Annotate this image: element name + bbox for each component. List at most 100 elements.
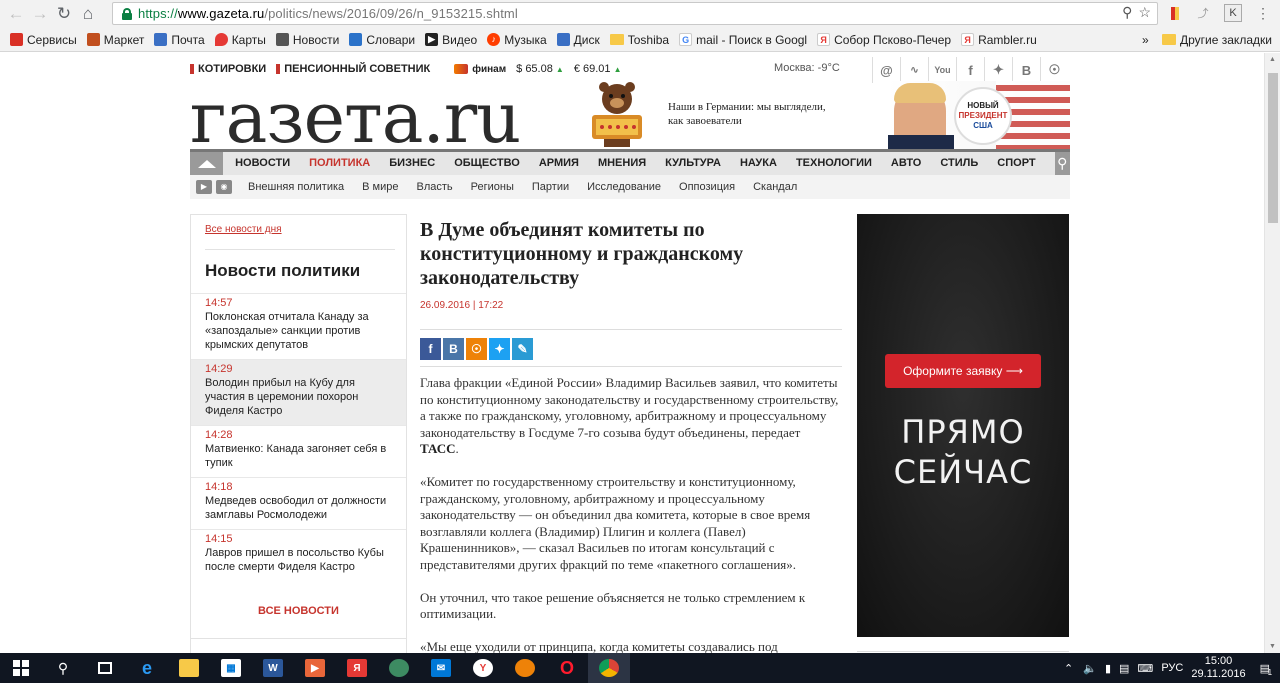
edge-icon[interactable]: e (126, 653, 168, 683)
email-icon[interactable]: @ (872, 57, 900, 83)
opera-icon[interactable]: O (546, 653, 588, 683)
other-bookmarks[interactable]: Другие закладки (1162, 33, 1272, 47)
site-logo[interactable]: газета.ru (190, 83, 521, 153)
news-headline[interactable]: Поклонская отчитала Канаду за «запоздалы… (205, 310, 392, 352)
all-news-button[interactable]: ВСЕ НОВОСТИ (191, 605, 406, 617)
bookmark-item[interactable]: Новости (275, 33, 339, 47)
bear-accordion-icon[interactable] (586, 81, 648, 147)
mail-icon[interactable]: ✉ (420, 653, 462, 683)
nav-news[interactable]: НОВОСТИ (235, 151, 290, 177)
subnav-item[interactable]: В мире (362, 181, 398, 193)
list-item[interactable]: 14:57 Поклонская отчитала Канаду за «зап… (191, 293, 406, 359)
back-button[interactable]: ← (4, 2, 28, 26)
media-player-icon[interactable]: ▶ (294, 653, 336, 683)
lj-share-icon[interactable]: ✎ (512, 338, 533, 360)
facebook-icon[interactable]: f (956, 57, 984, 83)
nav-army[interactable]: АРМИЯ (539, 151, 579, 177)
bookmark-item[interactable]: ▶ Видео (425, 33, 477, 47)
bookmark-item[interactable]: Toshiba (609, 33, 669, 47)
nav-society[interactable]: ОБЩЕСТВО (454, 151, 520, 177)
bookmark-item[interactable]: Словари (349, 33, 415, 47)
address-bar[interactable]: https://www.gazeta.ru/politics/news/2016… (112, 2, 1158, 25)
clock[interactable]: 15:00 29.11.2016 (1191, 655, 1245, 681)
twitter-share-icon[interactable]: ✦ (489, 338, 510, 360)
promo-link[interactable]: Наши в Германии: мы выглядели, как завое… (668, 100, 828, 128)
subnav-item[interactable]: Партии (532, 181, 569, 193)
bookmark-item[interactable]: Я Собор Псково-Печер (817, 33, 951, 47)
president-promo[interactable]: НОВЫЙ ПРЕЗИДЕНТ США (886, 81, 1070, 151)
bookmark-item[interactable]: Маркет (86, 33, 144, 47)
kaspersky-icon[interactable]: K (1224, 4, 1242, 22)
word-icon[interactable]: W (252, 653, 294, 683)
store-icon[interactable]: ▦ (210, 653, 252, 683)
nav-science[interactable]: НАУКА (740, 151, 777, 177)
input-icon[interactable]: ⌨ (1137, 662, 1153, 675)
news-headline[interactable]: Володин прибыл на Кубу для участия в цер… (205, 376, 392, 418)
network-icon[interactable]: ▤ (1119, 662, 1129, 675)
subnav-item[interactable]: Скандал (753, 181, 797, 193)
scroll-up-icon[interactable]: ▲ (1269, 56, 1276, 63)
ok-share-icon[interactable]: ☉ (466, 338, 487, 360)
search-icon[interactable]: ⚲ (42, 653, 84, 683)
home-icon[interactable] (190, 152, 224, 175)
tray-chevron-icon[interactable]: ⌃ (1064, 662, 1073, 675)
ad-banner[interactable]: Оформите заявку ⟶ ПРЯМО СЕЙЧАС (857, 214, 1069, 637)
forward-button[interactable]: → (28, 2, 52, 26)
battery-icon[interactable]: ▮ (1105, 662, 1111, 675)
bookmark-item[interactable]: ♪ Музыка (487, 33, 547, 47)
rss-icon[interactable]: ∿ (900, 57, 928, 83)
app-icon[interactable] (378, 653, 420, 683)
bookmark-item[interactable]: Gmail - Поиск в Googl (679, 33, 807, 47)
twitter-icon[interactable]: ✦ (984, 57, 1012, 83)
news-headline[interactable]: Матвиенко: Канада загоняет себя в тупик (205, 442, 392, 470)
subnav-item[interactable]: Исследование (587, 181, 661, 193)
list-item[interactable]: 14:18 Медведев освободил от должности за… (191, 477, 406, 529)
facebook-share-icon[interactable]: f (420, 338, 441, 360)
youtube-icon[interactable]: You (928, 57, 956, 83)
search-icon[interactable]: ⚲ (1054, 152, 1070, 175)
bookmark-item[interactable]: Карты (214, 33, 266, 47)
vk-share-icon[interactable]: В (443, 338, 464, 360)
odnoklassniki-icon[interactable]: ☉ (1040, 57, 1068, 83)
source-link[interactable]: ТАСС (420, 441, 456, 456)
yandex-browser-icon[interactable]: Y (462, 653, 504, 683)
list-item[interactable]: 14:29 Володин прибыл на Кубу для участия… (191, 359, 406, 425)
chrome-icon[interactable] (588, 653, 630, 683)
bookmark-item[interactable]: Я Rambler.ru (961, 33, 1037, 47)
bookmark-star-icon[interactable]: ☆ (1138, 4, 1151, 21)
nav-auto[interactable]: АВТО (891, 151, 921, 177)
nav-sport[interactable]: СПОРТ (997, 151, 1035, 177)
bookmark-item[interactable]: Почта (154, 33, 205, 47)
scroll-thumb[interactable] (1268, 73, 1278, 223)
pension-link[interactable]: ПЕНСИОННЫЙ СОВЕТНИК (276, 63, 430, 75)
start-icon[interactable] (0, 653, 42, 683)
subnav-item[interactable]: Оппозиция (679, 181, 735, 193)
video-icon[interactable]: ▶ (196, 180, 212, 194)
extension-icon[interactable]: ⤴ (1194, 4, 1212, 22)
explorer-icon[interactable] (168, 653, 210, 683)
nav-business[interactable]: БИЗНЕС (389, 151, 435, 177)
scroll-down-icon[interactable]: ▼ (1269, 643, 1276, 650)
nav-culture[interactable]: КУЛЬТУРА (665, 151, 721, 177)
subnav-item[interactable]: Внешняя политика (248, 181, 344, 193)
bookmarks-more-button[interactable]: » (1142, 33, 1149, 47)
nav-style[interactable]: СТИЛЬ (940, 151, 978, 177)
zoom-icon[interactable]: ⚲ (1122, 4, 1132, 21)
volume-icon[interactable]: 🔈 (1083, 662, 1097, 675)
apply-button[interactable]: Оформите заявку ⟶ (885, 354, 1041, 388)
nav-tech[interactable]: ТЕХНОЛОГИИ (796, 151, 872, 177)
list-item[interactable]: 14:15 Лавров пришел в посольство Кубы по… (191, 529, 406, 581)
home-button[interactable]: ⌂ (76, 2, 100, 26)
task-view-icon[interactable] (84, 653, 126, 683)
page-scrollbar[interactable]: ▲ ▼ (1264, 53, 1280, 653)
bookmark-flag-icon[interactable] (1166, 4, 1184, 22)
quotes-link[interactable]: КОТИРОВКИ (190, 63, 266, 75)
yandex-icon[interactable]: Я (336, 653, 378, 683)
menu-icon[interactable]: ⋮ (1254, 4, 1272, 22)
all-day-news-link[interactable]: Все новости дня (205, 224, 282, 235)
finam-logo[interactable]: финам (454, 64, 506, 75)
notifications-icon[interactable]: ▤ 1 (1260, 662, 1272, 677)
list-item[interactable]: 14:28 Матвиенко: Канада загоняет себя в … (191, 425, 406, 477)
language-indicator[interactable]: РУС (1161, 662, 1183, 674)
ok-icon[interactable] (504, 653, 546, 683)
